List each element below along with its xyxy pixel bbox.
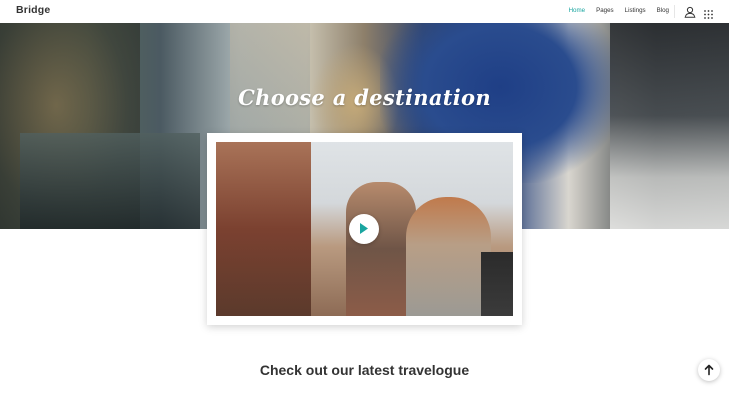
nav-item-blog[interactable]: Blog (657, 7, 669, 14)
site-header: Bridge Home Pages Listings Blog (0, 0, 729, 23)
user-icon[interactable] (684, 5, 696, 18)
arrow-up-icon (704, 364, 714, 376)
video-card (207, 133, 522, 325)
grid-menu-icon[interactable] (704, 6, 713, 19)
main-nav: Home Pages Listings Blog (558, 7, 669, 14)
play-button[interactable] (349, 214, 379, 244)
play-icon (360, 223, 368, 234)
nav-item-home[interactable]: Home (569, 7, 586, 14)
back-to-top-button[interactable] (698, 359, 720, 381)
nav-item-listings[interactable]: Listings (625, 7, 646, 14)
section-title: Check out our latest travelogue (259, 362, 470, 378)
hero-title: Choose a destination (238, 85, 491, 110)
nav-item-pages[interactable]: Pages (596, 7, 614, 14)
video-thumbnail[interactable] (216, 142, 513, 316)
nav-divider (674, 5, 675, 18)
site-logo[interactable]: Bridge (16, 4, 50, 16)
